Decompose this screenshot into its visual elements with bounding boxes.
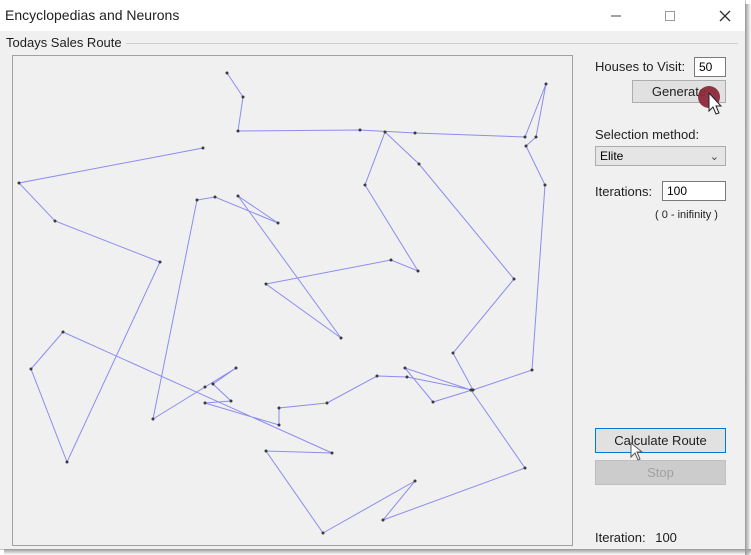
mouse-pointer-icon [698,86,723,115]
window-title: Encyclopedias and Neurons [5,7,180,23]
house-point [151,417,155,421]
selection-method-label: Selection method: [595,127,700,142]
house-point [405,375,409,379]
house-point [543,183,547,187]
house-point [383,130,387,134]
house-point [389,258,393,262]
chevron-down-icon: ⌄ [709,151,719,163]
house-point [523,135,527,139]
iteration-status: Iteration: 100 [595,530,677,545]
house-point [158,260,162,264]
house-point [225,71,229,75]
house-point [403,366,407,370]
houses-input[interactable] [694,57,726,77]
close-icon[interactable] [705,0,745,31]
house-point [339,336,343,340]
house-point [264,282,268,286]
house-point [363,183,367,187]
selection-method-select[interactable]: Elite ⌄ [595,146,726,166]
window-shadow [4,549,751,555]
house-point [277,406,281,410]
house-point [413,131,417,135]
calculate-route-label: Calculate Route [614,433,707,448]
window-shadow [745,4,751,555]
house-point [61,330,65,334]
houses-label: Houses to Visit: [595,59,686,74]
house-point [523,466,527,470]
house-point [358,128,362,132]
house-point [512,277,516,281]
house-point [524,144,528,148]
house-point [236,129,240,133]
house-point [330,451,334,455]
house-point [195,198,199,202]
mouse-pointer-icon [630,442,644,461]
house-point [211,382,215,386]
house-point [469,388,473,392]
calculate-route-button[interactable]: Calculate Route [595,428,726,453]
house-point [375,374,379,378]
iterations-input[interactable] [662,181,726,201]
title-bar: Encyclopedias and Neurons [0,0,745,31]
stop-button-label: Stop [647,465,674,480]
route-path [18,72,547,534]
house-point [321,531,325,535]
house-point [413,479,417,483]
route-plot [17,71,548,535]
house-point [277,423,281,427]
house-point [264,449,268,453]
house-point [65,460,69,464]
house-point [229,399,233,403]
house-point [325,401,329,405]
group-label: Todays Sales Route [6,35,122,50]
app-window: Encyclopedias and Neurons Todays Sales R… [0,0,746,550]
house-point [530,368,534,372]
house-point [29,367,33,371]
house-point [234,366,238,370]
iteration-status-value: 100 [655,530,677,545]
group-divider [126,43,738,44]
house-point [201,146,205,150]
house-point [544,82,548,86]
house-point [431,400,435,404]
house-point [276,221,280,225]
route-canvas [12,55,573,546]
stop-button[interactable]: Stop [595,460,726,485]
house-point [534,135,538,139]
iterations-label: Iterations: [595,184,653,199]
minimize-icon[interactable] [596,0,636,31]
house-point [236,194,240,198]
house-point [416,269,420,273]
house-point [17,181,21,185]
house-point [203,385,207,389]
iteration-status-label: Iteration: [595,530,646,545]
house-point [381,518,385,522]
house-point [417,162,421,166]
house-point [213,195,217,199]
iterations-hint: ( 0 - inifinity ) [655,209,718,221]
house-point [241,95,245,99]
selection-method-value: Elite [600,149,624,163]
house-point [451,351,455,355]
house-point [203,401,207,405]
house-point [53,219,57,223]
maximize-icon[interactable] [650,0,690,31]
